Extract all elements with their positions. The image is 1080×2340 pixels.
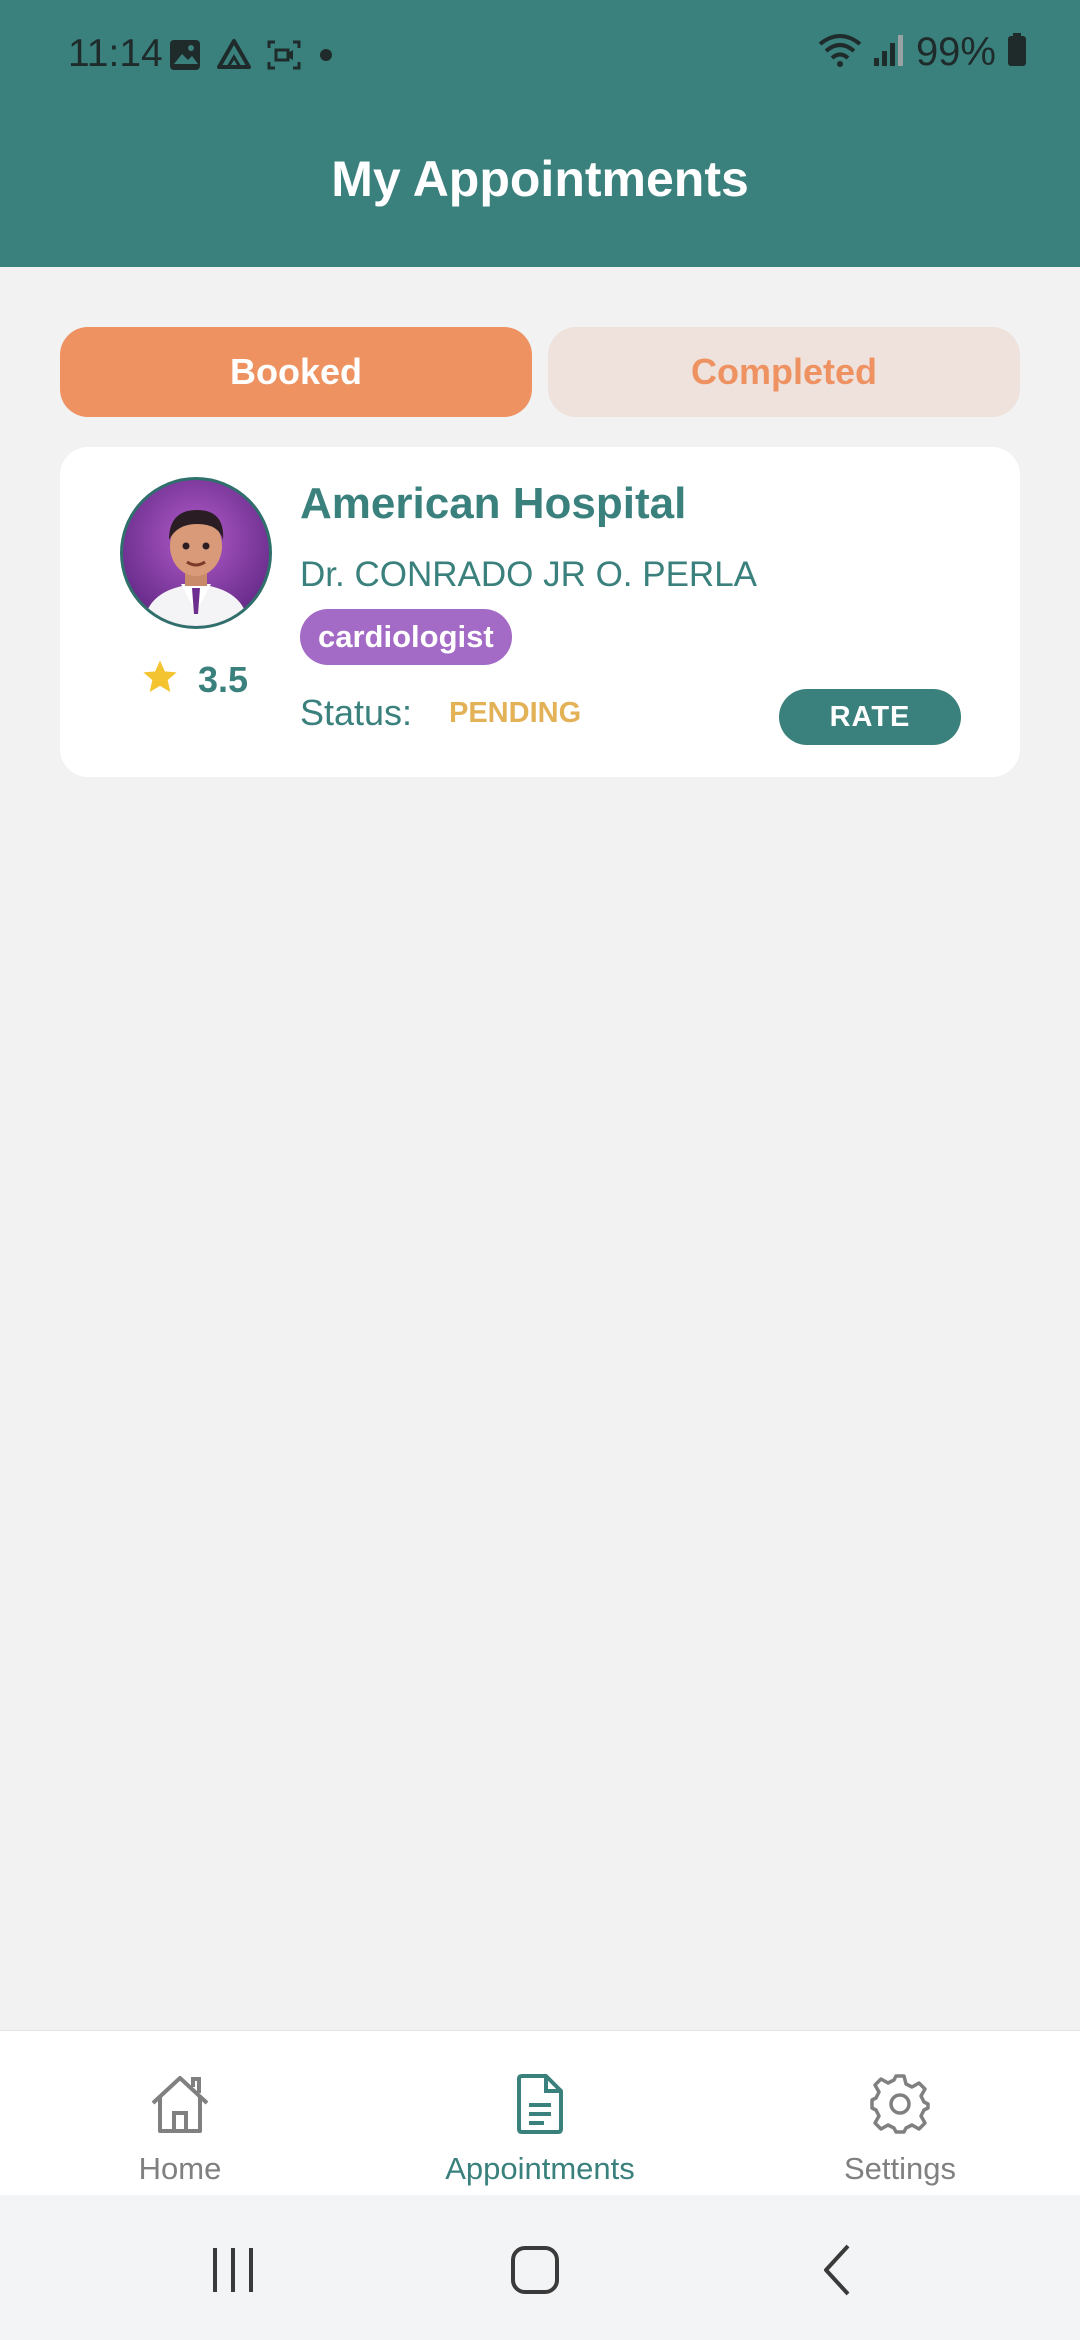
status-bar: 11:14 99% bbox=[0, 0, 1080, 115]
home-button-icon[interactable] bbox=[505, 2240, 565, 2300]
screen-record-icon bbox=[266, 38, 302, 77]
rate-button[interactable]: RATE bbox=[779, 689, 961, 745]
drive-icon bbox=[216, 38, 252, 77]
status-label: Status: bbox=[300, 692, 413, 733]
tab-booked[interactable]: Booked bbox=[60, 327, 532, 417]
tab-completed[interactable]: Completed bbox=[548, 327, 1020, 417]
nav-appointments-label: Appointments bbox=[445, 2151, 635, 2186]
home-icon bbox=[147, 2071, 213, 2137]
gallery-icon bbox=[168, 38, 202, 77]
status-notification-icons bbox=[168, 38, 336, 77]
doctor-avatar bbox=[120, 477, 272, 629]
app-header: 11:14 99% My Appointments bbox=[0, 0, 1080, 267]
status-value: PENDING bbox=[449, 697, 582, 729]
appointment-tabs: Booked Completed bbox=[60, 327, 1020, 417]
rating-value: 3.5 bbox=[198, 658, 249, 700]
battery-icon bbox=[1006, 32, 1028, 73]
status-time: 11:14 bbox=[68, 32, 163, 75]
system-navigation-bar bbox=[0, 2195, 1080, 2340]
doctor-rating: 3.5 bbox=[140, 657, 248, 702]
wifi-icon bbox=[818, 32, 862, 73]
dot-icon bbox=[316, 45, 336, 70]
bottom-navigation: Home Appointments Settings bbox=[0, 2030, 1080, 2196]
nav-home-label: Home bbox=[138, 2151, 222, 2186]
page-title: My Appointments bbox=[331, 151, 749, 207]
back-icon[interactable] bbox=[808, 2240, 868, 2300]
star-icon bbox=[140, 657, 180, 702]
hospital-name: American Hospital bbox=[300, 479, 687, 528]
nav-home[interactable]: Home bbox=[30, 2031, 330, 2196]
nav-appointments[interactable]: Appointments bbox=[390, 2031, 690, 2196]
appointment-card[interactable]: 3.5 American Hospital Dr. CONRADO JR O. … bbox=[60, 447, 1020, 777]
document-icon bbox=[514, 2071, 566, 2137]
gear-icon bbox=[869, 2071, 931, 2137]
status-system-icons: 99% bbox=[818, 30, 1028, 75]
recent-apps-icon[interactable] bbox=[203, 2240, 263, 2300]
nav-settings[interactable]: Settings bbox=[750, 2031, 1050, 2196]
nav-settings-label: Settings bbox=[843, 2151, 956, 2186]
battery-percentage: 99% bbox=[915, 30, 996, 74]
signal-icon bbox=[872, 32, 906, 73]
doctor-name: Dr. CONRADO JR O. PERLA bbox=[300, 555, 758, 594]
specialty-badge: cardiologist bbox=[300, 609, 512, 665]
